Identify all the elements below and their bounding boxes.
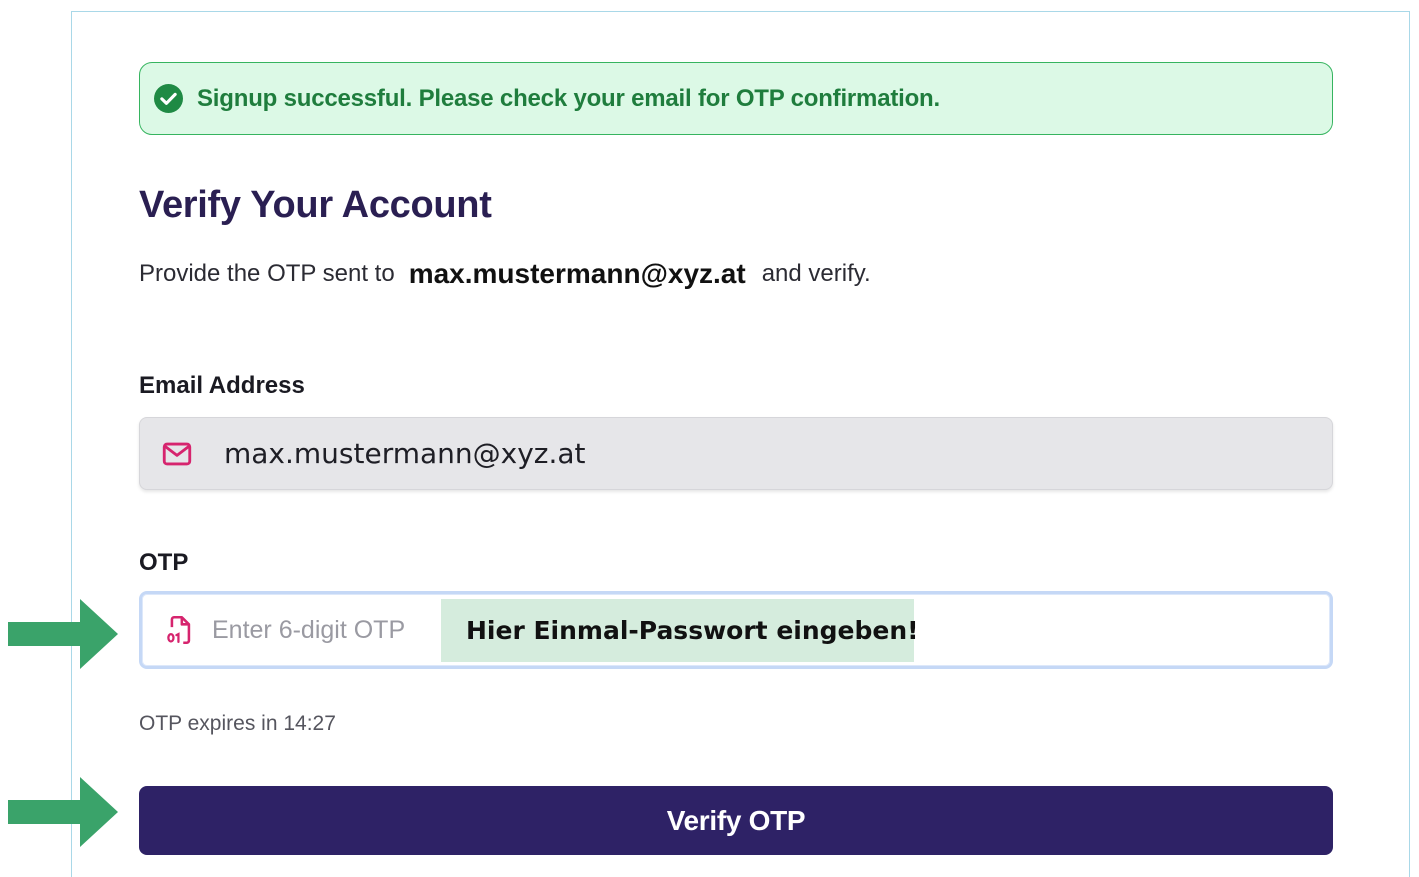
page-title: Verify Your Account	[139, 184, 492, 226]
arrow-right-icon	[8, 777, 118, 847]
binary-file-icon	[167, 615, 191, 645]
subtitle-suffix: and verify.	[761, 260, 871, 287]
email-label: Email Address	[139, 372, 305, 399]
arrow-right-icon	[8, 599, 118, 669]
check-circle-icon	[154, 84, 183, 113]
otp-expiry-text: OTP expires in 14:27	[139, 712, 336, 735]
page: Signup successful. Please check your ema…	[0, 0, 1419, 877]
otp-annotation: Hier Einmal-Passwort eingeben!	[441, 599, 919, 662]
mail-icon	[162, 442, 192, 465]
subtitle-prefix: Provide the OTP sent to	[139, 260, 395, 287]
email-value: max.mustermann@xyz.at	[224, 437, 586, 470]
success-alert-message: Signup successful. Please check your ema…	[197, 84, 940, 112]
email-field: max.mustermann@xyz.at	[139, 417, 1333, 490]
otp-input[interactable]	[210, 604, 444, 656]
page-subtitle: Provide the OTP sent to max.mustermann@x…	[139, 258, 871, 290]
otp-label: OTP	[139, 549, 189, 576]
verify-otp-button[interactable]: Verify OTP	[139, 786, 1333, 855]
success-alert: Signup successful. Please check your ema…	[139, 62, 1333, 135]
subtitle-email: max.mustermann@xyz.at	[408, 258, 746, 289]
